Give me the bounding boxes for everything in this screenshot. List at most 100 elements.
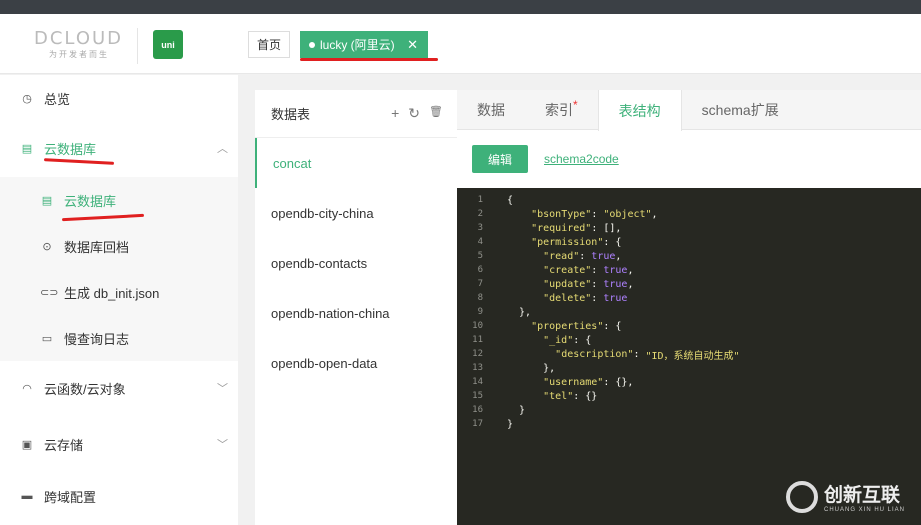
table-list-panel: 数据表 + ↻ 🗑 concat opendb-city-china opendb-co… xyxy=(255,90,457,525)
watermark-logo-icon xyxy=(786,480,818,513)
code-line: 9 }, xyxy=(457,305,921,319)
browser-bookmarks-bar xyxy=(0,0,921,14)
tab[interactable]: 数据 xyxy=(457,90,525,129)
tab-lucky[interactable]: lucky (阿里云) ✕ xyxy=(300,31,428,58)
dcloud-logo[interactable]: DCLOUD 为开发者而生 xyxy=(34,28,124,60)
divider xyxy=(137,28,138,64)
schema2code-link[interactable]: schema2code xyxy=(544,152,619,166)
schema-panel: 数据 索引 * 表结构 schema扩展 编辑 schema2code 1 {2 "bson… xyxy=(457,90,921,525)
line-number: 9 xyxy=(477,307,483,317)
code-token: "object" xyxy=(603,208,652,220)
code-token: "required" xyxy=(531,222,592,234)
menu-icon: ▤ xyxy=(21,142,33,155)
code-token: } xyxy=(507,404,526,416)
sidebar-item[interactable]: ◠ 云函数/云对象 ﹀ xyxy=(0,365,238,411)
code-token: : xyxy=(591,278,604,290)
sidebar-item-label: 跨域配置 xyxy=(44,489,97,505)
line-number: 8 xyxy=(477,293,483,303)
sidebar-item[interactable]: ▭ 慢查询日志 xyxy=(0,315,238,361)
code-line: 2 "bsonType": "object", xyxy=(457,207,921,221)
sidebar: ◷ 总览 ▤ 云数据库 ︿ ▤ 云数据库 ⊙ 数据库回档 ⊂⊃ 生成 db_init.json ▭ 慢查… xyxy=(0,75,238,525)
table-list-item[interactable]: concat xyxy=(255,138,457,188)
tab-label: 索引 xyxy=(545,101,573,118)
table-list-item[interactable]: opendb-city-china xyxy=(255,188,457,238)
menu-icon: ▬ xyxy=(21,490,33,502)
menu-icon: ▣ xyxy=(21,438,33,451)
tab[interactable]: 表结构 xyxy=(597,90,682,131)
code-token: "permission" xyxy=(531,236,604,248)
line-number: 16 xyxy=(472,405,483,415)
code-token: "ID，系统自动生成" xyxy=(645,350,740,362)
code-line: 5 "read": true, xyxy=(457,249,921,263)
code-token: : [], xyxy=(591,222,622,234)
line-number: 1 xyxy=(477,195,483,205)
menu-icon: ▭ xyxy=(41,332,53,345)
table-list-item[interactable]: opendb-open-data xyxy=(255,338,457,388)
sidebar-item[interactable]: ▬ 跨域配置 xyxy=(0,473,238,519)
code-line: 14 "username": {}, xyxy=(457,375,921,389)
line-number: 5 xyxy=(477,251,483,261)
sidebar-item[interactable]: ▤ 云数据库 ︿ xyxy=(0,125,238,171)
line-number: 3 xyxy=(477,223,483,233)
chevron-icon[interactable]: ﹀ xyxy=(217,380,228,396)
tab[interactable]: schema扩展 xyxy=(682,90,799,129)
code-token: } xyxy=(507,418,514,430)
refresh-icon[interactable]: ↻ xyxy=(408,105,420,122)
sidebar-item[interactable]: ◷ 总览 xyxy=(0,75,238,121)
code-line: 6 "create": true, xyxy=(457,263,921,277)
code-line: 7 "update": true, xyxy=(457,277,921,291)
tab-home[interactable]: 首页 xyxy=(248,31,290,58)
chevron-icon[interactable]: ﹀ xyxy=(217,436,228,452)
uni-logo[interactable]: uni xyxy=(153,30,183,59)
code-token: : { xyxy=(603,236,622,248)
code-token: { xyxy=(507,194,514,206)
sidebar-item[interactable]: ⊙ 数据库回档 xyxy=(0,223,238,269)
close-icon[interactable]: ✕ xyxy=(407,37,418,53)
line-number: 15 xyxy=(472,391,483,401)
sidebar-item-label: 云存储 xyxy=(44,437,84,453)
sidebar-item-label: 云函数/云对象 xyxy=(44,381,126,397)
line-number: 7 xyxy=(477,279,483,289)
trash-icon[interactable]: 🗑 xyxy=(429,105,443,122)
tab-label: 数据 xyxy=(477,101,505,118)
sidebar-item[interactable]: ⊂⊃ 生成 db_init.json xyxy=(0,269,238,315)
code-token: , xyxy=(627,278,634,290)
code-token: "update" xyxy=(543,278,592,290)
code-token: : xyxy=(591,264,604,276)
menu-icon: ◷ xyxy=(22,92,32,105)
tab[interactable]: 索引 * xyxy=(525,90,598,129)
code-token: : { xyxy=(573,334,592,346)
code-token: : xyxy=(591,292,604,304)
code-token: : xyxy=(633,348,646,360)
code-editor[interactable]: 1{2 "bsonType": "object", 3 "required": [… xyxy=(457,188,921,525)
sidebar-item[interactable]: ▣ 云存储 ﹀ xyxy=(0,421,238,467)
code-token: : { xyxy=(603,320,622,332)
code-token: "delete" xyxy=(543,292,592,304)
table-list-item[interactable]: opendb-contacts xyxy=(255,238,457,288)
watermark: 创新互联 CHUANG XIN HU LIAN xyxy=(786,480,905,513)
code-line: 15 "tel": {} xyxy=(457,389,921,403)
code-token: "username" xyxy=(543,376,604,388)
line-number: 14 xyxy=(472,377,483,387)
annotation-underline xyxy=(300,58,438,61)
sidebar-item-label: 云数据库 xyxy=(64,193,117,209)
code-line: 3 "required": [], xyxy=(457,221,921,235)
menu-icon: ⊂⊃ xyxy=(40,286,59,299)
chevron-icon[interactable]: ︿ xyxy=(217,140,228,156)
tab-label: schema扩展 xyxy=(701,101,779,118)
code-token: : {}, xyxy=(603,376,634,388)
code-line: 13 }, xyxy=(457,361,921,375)
edit-button[interactable]: 编辑 xyxy=(472,145,528,173)
add-icon[interactable]: + xyxy=(391,105,399,122)
code-token: : xyxy=(579,250,592,262)
table-list-item[interactable]: opendb-nation-china xyxy=(255,288,457,338)
line-number: 11 xyxy=(472,335,483,345)
